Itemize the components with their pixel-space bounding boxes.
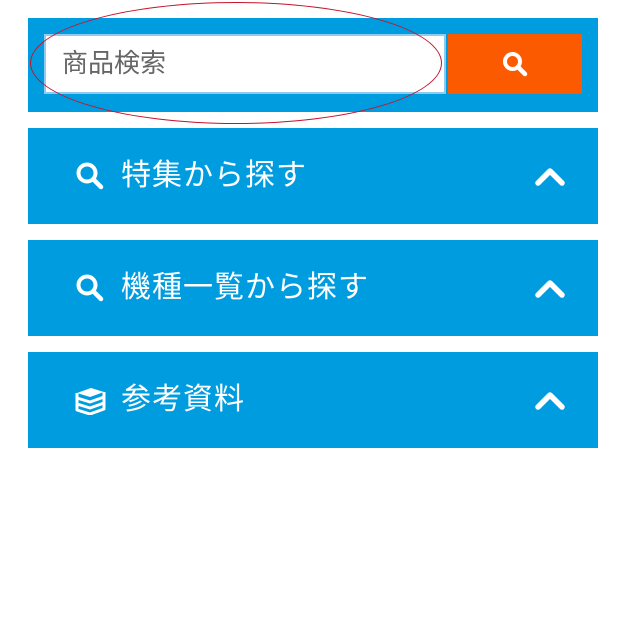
accordion-header-features[interactable]: 特集から探す (28, 128, 598, 224)
chevron-up-icon (532, 386, 568, 414)
accordion-header-models[interactable]: 機種一覧から探す (28, 240, 598, 336)
page: 特集から探す 機種一覧から探す (0, 0, 624, 624)
search-button[interactable] (448, 34, 582, 94)
chevron-up-icon (532, 162, 568, 190)
accordion-label-features: 特集から探す (121, 158, 307, 193)
accordion-label-models: 機種一覧から探す (121, 270, 369, 305)
search-bar (28, 18, 598, 112)
accordion-header-references[interactable]: 参考資料 (28, 352, 598, 448)
search-input[interactable] (44, 34, 446, 94)
search-icon (73, 271, 107, 305)
accordion-label-references: 参考資料 (121, 382, 245, 417)
search-icon (73, 159, 107, 193)
chevron-up-icon (532, 274, 568, 302)
books-icon (73, 383, 107, 417)
search-icon (503, 52, 528, 77)
